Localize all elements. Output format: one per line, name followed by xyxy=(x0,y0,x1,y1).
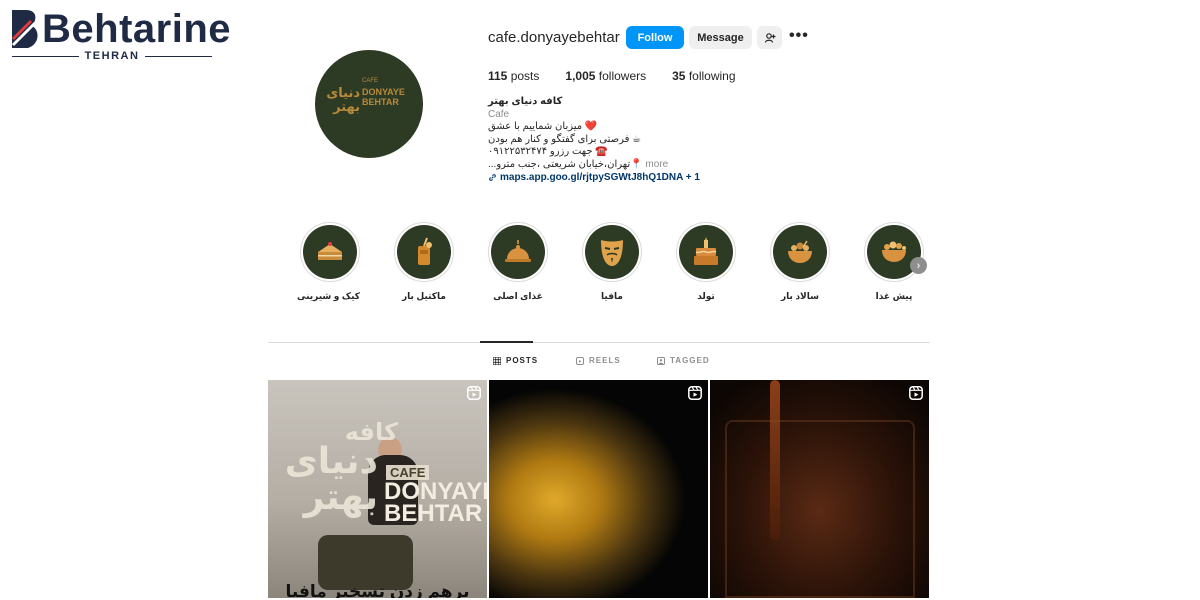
highlight-cover xyxy=(679,225,733,279)
post-brand-persian-cafe: کافه xyxy=(344,419,398,446)
highlight-birthday[interactable]: تولد xyxy=(676,222,736,302)
salad-bowl-icon xyxy=(788,240,812,263)
tab-tagged-label: TAGGED xyxy=(670,356,710,365)
highlight-ring xyxy=(488,222,548,282)
behtarine-b-logo-icon xyxy=(12,10,38,48)
link-icon xyxy=(489,174,496,182)
avatar-persian-text: دنیای بهتر xyxy=(326,85,360,114)
followers-stat[interactable]: 1,005 followers xyxy=(565,69,646,83)
highlight-ring xyxy=(300,222,360,282)
bio-line-4-row: 📍تهران،خیابان شریعتی ،جنب مترو... more xyxy=(488,159,748,172)
suggested-accounts-button[interactable] xyxy=(757,26,782,49)
highlight-label: سالاد بار xyxy=(781,291,819,301)
watermark-city: TEHRAN xyxy=(84,50,140,62)
drink-icon xyxy=(418,237,432,265)
post-thumbnail[interactable]: دنیای بهتر کافه CAFE DONYAYE BEHTAR برهم… xyxy=(268,380,487,598)
tab-reels-label: REELS xyxy=(589,356,621,365)
profile-bio: کافه دنیای بهتر Cafe ❤️ میزبان شماییم با… xyxy=(488,96,748,184)
avatar-cafe-text: CAFE xyxy=(362,78,379,84)
appetizer-bowl-icon xyxy=(882,241,906,262)
reel-icon xyxy=(909,386,923,400)
highlight-mafia[interactable]: مافیا xyxy=(582,222,642,302)
bio-external-link[interactable]: maps.app.goo.gl/rjtpySGWtJ8hQ1DNA + 1 xyxy=(488,172,748,185)
highlight-cover xyxy=(303,225,357,279)
profile-username: cafe.donyayebehtar xyxy=(488,29,620,46)
highlight-cover xyxy=(491,225,545,279)
following-stat[interactable]: 35 following xyxy=(672,69,735,83)
bio-more-link[interactable]: more xyxy=(645,159,668,170)
watermark-right-line xyxy=(145,55,212,57)
mask-icon xyxy=(601,240,623,266)
bio-category: Cafe xyxy=(488,108,510,120)
bio-display-name: کافه دنیای بهتر xyxy=(488,96,563,107)
highlight-label: تولد xyxy=(697,291,715,301)
avatar-logo: CAFE دنیای بهتر DONYAYE BEHTAR xyxy=(326,78,408,124)
more-options-icon[interactable]: ••• xyxy=(789,28,809,44)
profile-stats: 115 posts 1,005 followers 35 following xyxy=(488,69,762,83)
highlight-salad-bar[interactable]: سالاد بار xyxy=(770,222,830,302)
highlight-label: ماکتیل بار xyxy=(401,291,446,301)
reel-icon xyxy=(467,386,481,400)
highlight-ring xyxy=(770,222,830,282)
birthday-cake-icon xyxy=(694,237,718,265)
story-highlights: کیک و شیرینی ماکتیل بار غذای اصلی مافیا … xyxy=(297,222,930,312)
highlight-cover xyxy=(397,225,451,279)
followers-label: followers xyxy=(598,69,647,83)
highlight-cake-and-pastry[interactable]: کیک و شیرینی xyxy=(297,222,360,302)
cloche-icon xyxy=(505,240,531,262)
follow-button[interactable]: Follow xyxy=(626,26,684,49)
highlight-main-course[interactable]: غذای اصلی xyxy=(488,222,548,302)
bio-line-1: ❤️ میزبان شماییم با عشق xyxy=(488,121,598,133)
tab-posts[interactable]: POSTS xyxy=(493,356,538,365)
message-button[interactable]: Message xyxy=(689,26,752,49)
tabs-divider xyxy=(268,342,930,343)
profile-avatar[interactable]: CAFE دنیای بهتر DONYAYE BEHTAR xyxy=(315,50,423,158)
bio-line-3: ☎️ جهت رزرو ۰۹۱۲۲۵۳۲۴۷۴ xyxy=(488,146,608,158)
bio-line-4: 📍تهران،خیابان شریعتی ،جنب مترو... xyxy=(488,158,643,170)
followers-count: 1,005 xyxy=(565,69,596,83)
highlights-next-chevron-icon[interactable]: › xyxy=(910,257,927,274)
highlight-ring xyxy=(582,222,642,282)
watermark-brand-text: Behtarine xyxy=(42,7,231,51)
highlight-label: مافیا xyxy=(601,291,623,301)
highlight-mocktail-bar[interactable]: ماکتیل بار xyxy=(394,222,454,302)
post-brand-english-2: BEHTAR xyxy=(384,500,483,527)
add-user-icon xyxy=(764,32,775,43)
active-tab-indicator xyxy=(480,341,533,343)
highlight-cover xyxy=(585,225,639,279)
tagged-icon xyxy=(657,356,665,365)
tab-reels[interactable]: REELS xyxy=(576,356,621,365)
post-caption-overlay: برهم زدن تسخیر مافیا xyxy=(285,582,470,598)
following-label: following xyxy=(688,69,736,83)
avatar-english-text-2: BEHTAR xyxy=(362,97,399,107)
post-thumbnail[interactable] xyxy=(489,380,708,598)
watermark-left-line xyxy=(12,55,79,57)
highlight-label: پیش غذا xyxy=(875,291,913,301)
cake-slice-icon xyxy=(318,242,342,260)
highlight-ring xyxy=(676,222,736,282)
tab-posts-label: POSTS xyxy=(506,356,539,365)
bio-line-2: ☕ فرصتی برای گفتگو و کنار هم بودن xyxy=(488,133,642,145)
reels-icon xyxy=(576,356,584,365)
posts-label: posts xyxy=(510,69,540,83)
highlight-label: غذای اصلی xyxy=(493,291,543,301)
following-count: 35 xyxy=(672,69,686,83)
posts-count: 115 xyxy=(488,69,508,83)
avatar-english-text-1: DONYAYE xyxy=(362,87,405,97)
tab-tagged[interactable]: TAGGED xyxy=(657,356,710,365)
highlight-cover xyxy=(773,225,827,279)
highlight-ring xyxy=(394,222,454,282)
glass-image xyxy=(725,420,915,598)
behtarine-watermark-logo: Behtarine TEHRAN xyxy=(8,6,231,66)
post-brand-persian: دنیای بهتر xyxy=(284,440,378,517)
grid-icon xyxy=(493,356,501,365)
bio-link-text: maps.app.goo.gl/rjtpySGWtJ8hQ1DNA + 1 xyxy=(500,171,700,183)
post-thumbnail[interactable] xyxy=(710,380,929,598)
reel-icon xyxy=(688,386,702,400)
posts-stat: 115 posts xyxy=(488,69,539,83)
highlight-label: کیک و شیرینی xyxy=(297,291,360,301)
watermark-subtitle: TEHRAN xyxy=(12,50,212,62)
